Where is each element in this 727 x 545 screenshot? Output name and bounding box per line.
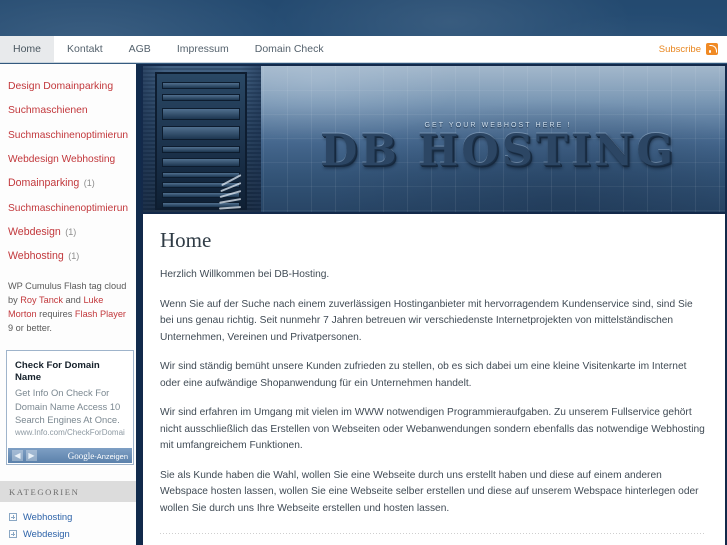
expand-plus-icon	[9, 512, 17, 521]
tag-cloud-row: Suchmaschienen	[8, 97, 128, 121]
ad-pagination: ◀ ▶	[12, 450, 37, 462]
ad-footer-bar: ◀ ▶ Google-Anzeigen	[8, 448, 132, 464]
categories-list: Webhosting Webdesign Domainparking Suchm…	[0, 502, 136, 545]
server-rack-image	[143, 66, 261, 212]
banner-title: DB HOSTING	[320, 126, 676, 176]
nav-item-impressum[interactable]: Impressum	[164, 36, 242, 62]
subscribe-label[interactable]: Subscribe	[659, 44, 701, 55]
banner-text-block: GET YOUR WEBHOST HERE ! DB HOSTING	[313, 122, 683, 173]
tag-count: (1)	[65, 226, 77, 237]
nav-item-list: Home Kontakt AGB Impressum Domain Check	[0, 36, 337, 62]
google-ads-brand[interactable]: Google-Anzeigen	[68, 451, 128, 461]
content-paragraph: Wenn Sie auf der Suche nach einem zuverl…	[160, 298, 693, 343]
tag-design-domainparking[interactable]: Design Domainparking	[8, 81, 113, 92]
subscribe-area[interactable]: Subscribe	[659, 36, 727, 62]
widget-tag-cloud: Design Domainparking Suchmaschienen Such…	[0, 64, 136, 272]
credit-suffix: 9 or better.	[8, 323, 52, 334]
page-root: Home Kontakt AGB Impressum Domain Check …	[0, 0, 727, 545]
google-wordmark: Google	[67, 450, 95, 461]
tag-cloud-row: Suchmaschinenoptimierung	[8, 122, 128, 146]
tag-cloud-row: Webdesign Webhosting	[8, 146, 128, 170]
nav-item-home[interactable]: Home	[0, 36, 55, 62]
ad-description-line-3: Search Engines At Once.	[15, 414, 120, 426]
widget-heading-kategorien: KATEGORIEN	[0, 481, 136, 503]
ad-display-url[interactable]: www.Info.com/CheckForDomainN...	[15, 428, 125, 437]
tag-cloud-row: Suchmaschinenoptimierung (1)	[8, 195, 128, 219]
primary-navigation: Home Kontakt AGB Impressum Domain Check …	[0, 36, 727, 63]
tag-webdesign[interactable]: Webdesign	[8, 226, 61, 238]
site-banner: GET YOUR WEBHOST HERE ! DB HOSTING	[141, 64, 727, 214]
tag-count: (1)	[83, 178, 95, 189]
tag-cloud-row: Webdesign (1)	[8, 219, 128, 243]
tag-count: (1)	[68, 251, 80, 262]
expand-plus-icon	[9, 529, 17, 538]
category-link[interactable]: Webhosting	[23, 511, 72, 522]
content-paragraph: Herzlich Willkommen bei DB-Hosting.	[160, 269, 330, 280]
tag-cloud-credit: WP Cumulus Flash tag cloud by Roy Tanck …	[0, 272, 136, 336]
server-rack-graphic	[155, 72, 247, 210]
ad-description-line-2: Domain Name Access 10	[15, 400, 121, 412]
tag-suchmaschinenoptimierung[interactable]: Suchmaschinenoptimierung	[8, 130, 128, 141]
ad-title[interactable]: Check For Domain Name	[15, 360, 125, 385]
tag-webhosting[interactable]: Webhosting	[8, 250, 64, 262]
credit-flash-player-link[interactable]: Flash Player	[75, 309, 126, 319]
chevron-left-icon[interactable]: ◀	[12, 450, 23, 462]
nav-item-kontakt[interactable]: Kontakt	[54, 36, 116, 62]
content-paragraph: Wir sind erfahren im Umgang mit vielen i…	[160, 407, 705, 452]
tag-cloud-row: Webhosting (1)	[8, 243, 128, 267]
tag-domainparking[interactable]: Domainparking	[8, 177, 79, 189]
ad-content: Check For Domain Name Get Info On Check …	[8, 352, 132, 442]
content-shell: Design Domainparking Suchmaschienen Such…	[0, 64, 727, 545]
credit-author-roy-tanck[interactable]: Roy Tanck	[20, 295, 63, 305]
main-content: Home Herzlich Willkommen bei DB-Hosting.…	[141, 214, 727, 545]
category-item-webhosting[interactable]: Webhosting	[9, 508, 127, 525]
sidebar: Design Domainparking Suchmaschienen Such…	[0, 64, 141, 545]
tag-suchmaschienen[interactable]: Suchmaschienen	[8, 105, 88, 116]
tag-cloud-row: Domainparking (1)	[8, 170, 128, 194]
chevron-right-icon[interactable]: ▶	[26, 450, 37, 462]
ad-description-line-1: Get Info On Check For	[15, 387, 110, 399]
page-title: Home	[160, 228, 212, 252]
advertisement-box[interactable]: Check For Domain Name Get Info On Check …	[6, 349, 134, 466]
category-item-webdesign[interactable]: Webdesign	[9, 525, 127, 542]
content-divider	[160, 533, 705, 535]
credit-and: and	[63, 294, 84, 305]
credit-requires: requires	[36, 309, 75, 319]
tag-cloud-row: Design Domainparking	[8, 73, 128, 97]
content-paragraph: Sie als Kunde haben die Wahl, wollen Sie…	[160, 469, 699, 514]
rss-icon[interactable]	[706, 43, 718, 55]
main-column: GET YOUR WEBHOST HERE ! DB HOSTING Home …	[141, 64, 727, 545]
content-paragraph: Wir sind ständig bemüht unsere Kunden zu…	[160, 361, 687, 389]
nav-item-agb[interactable]: AGB	[116, 36, 164, 62]
anzeigen-label: -Anzeigen	[94, 451, 128, 461]
tag-webdesign-webhosting[interactable]: Webdesign Webhosting	[8, 154, 115, 165]
nav-item-domain-check[interactable]: Domain Check	[242, 36, 337, 62]
tag-suchmaschinenoptimierung-2[interactable]: Suchmaschinenoptimierung	[8, 203, 128, 214]
category-link[interactable]: Webdesign	[23, 528, 70, 539]
